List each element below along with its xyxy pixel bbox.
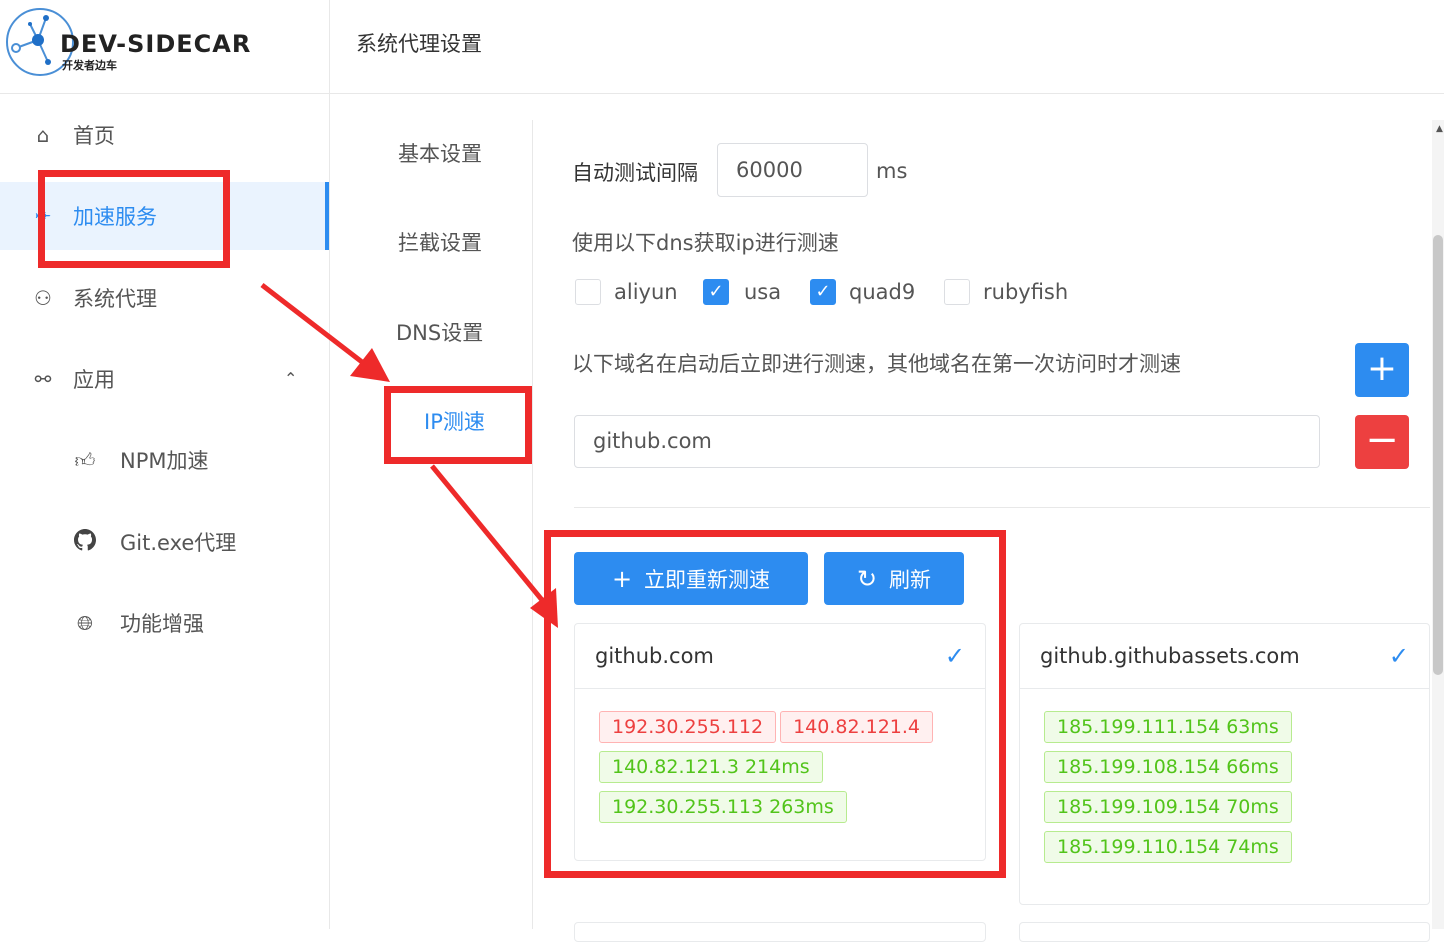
sidebar-item-home[interactable]: ⌂ 首页 [0,107,329,163]
remove-domain-button[interactable]: − [1355,415,1409,469]
ip-tag-ok: 185.199.110.154 74ms [1044,831,1292,863]
link-icon: ⚯ [34,367,52,391]
page-title: 系统代理设置 [356,32,482,56]
ip-tag-ok: 185.199.111.154 63ms [1044,711,1292,743]
minus-icon: − [1365,417,1399,463]
network-icon: ⚇ [34,286,52,310]
sidebar-item-system-proxy[interactable]: ⚇ 系统代理 [0,270,329,326]
github-icon [70,528,100,556]
dns-checkbox-usa[interactable]: ✓ [703,279,729,305]
chevron-up-icon[interactable]: ⌃ [284,369,297,388]
scroll-up-icon[interactable]: ▲ [1436,124,1443,134]
interval-input[interactable]: 60000 [717,143,868,197]
tab-intercept-settings[interactable]: 拦截设置 [398,227,482,257]
tab-basic-settings[interactable]: 基本设置 [398,138,482,168]
sidebar-item-apps[interactable]: ⚯ 应用 [0,351,329,407]
sidebar-item-label: 首页 [73,124,115,148]
check-icon: ✓ [1388,642,1409,670]
plus-icon: + [1366,348,1398,389]
dns-option-label: rubyfish [983,280,1069,304]
sidebar-item-npm[interactable]: 👍︎ NPM加速 [0,432,329,488]
dns-option-label: usa [744,280,782,304]
header-divider [0,93,1444,94]
sidebar-item-enhance[interactable]: 🌐︎ 功能增强 [0,595,329,651]
annotation-arrowhead [350,348,390,382]
card-header: github.githubassets.com ✓ [1020,624,1429,689]
interval-unit: ms [876,159,908,183]
section-divider [574,507,1430,508]
sidebar-item-label: 系统代理 [73,287,157,311]
thumbs-up-icon: 👍︎ [74,447,96,472]
domains-label: 以下域名在启动后立即进行测速，其他域名在第一次访问时才测速 [572,352,1181,376]
result-card-next [574,922,986,942]
add-domain-button[interactable]: + [1355,343,1409,397]
sidebar-divider [329,0,330,929]
annotation-box-ip-tab [384,386,532,464]
tab-dns-settings[interactable]: DNS设置 [396,317,483,347]
ip-tag-ok: 185.199.109.154 70ms [1044,791,1292,823]
annotation-box-results [544,530,1006,878]
dns-option-label: aliyun [614,280,678,304]
dns-checkbox-quad9[interactable]: ✓ [810,279,836,305]
sidebar-item-label: NPM加速 [120,449,209,473]
dns-label: 使用以下dns获取ip进行测速 [572,231,839,255]
scrollbar-thumb[interactable] [1433,235,1443,675]
sidebar-item-label: 功能增强 [120,612,204,636]
tabs-divider [532,120,533,929]
sidebar-item-label: Git.exe代理 [120,531,237,555]
card-domain: github.githubassets.com [1040,644,1300,668]
dns-checkbox-rubyfish[interactable] [944,279,970,305]
globe-icon: 🌐︎ [77,611,93,635]
sidebar-item-git[interactable]: Git.exe代理 [0,514,329,570]
dns-option-label: quad9 [849,280,916,304]
interval-label: 自动测试间隔 [572,161,698,185]
logo-title: DEV-SIDECAR [60,30,252,58]
result-card-next [1019,922,1430,942]
sidebar-item-label: 应用 [73,368,115,392]
domain-input[interactable]: github.com [574,415,1320,468]
dns-checkbox-aliyun[interactable] [575,279,601,305]
ip-tag-ok: 185.199.108.154 66ms [1044,751,1292,783]
result-card-githubassets: github.githubassets.com ✓ 185.199.111.15… [1019,623,1430,905]
annotation-box-accel-service [38,170,230,268]
sidebar-active-indicator [325,182,329,250]
logo-subtitle: 开发者边车 [62,59,117,72]
card-body: 185.199.111.154 63ms 185.199.108.154 66m… [1020,689,1429,879]
annotation-arrow [430,464,544,602]
home-icon: ⌂ [36,123,50,147]
